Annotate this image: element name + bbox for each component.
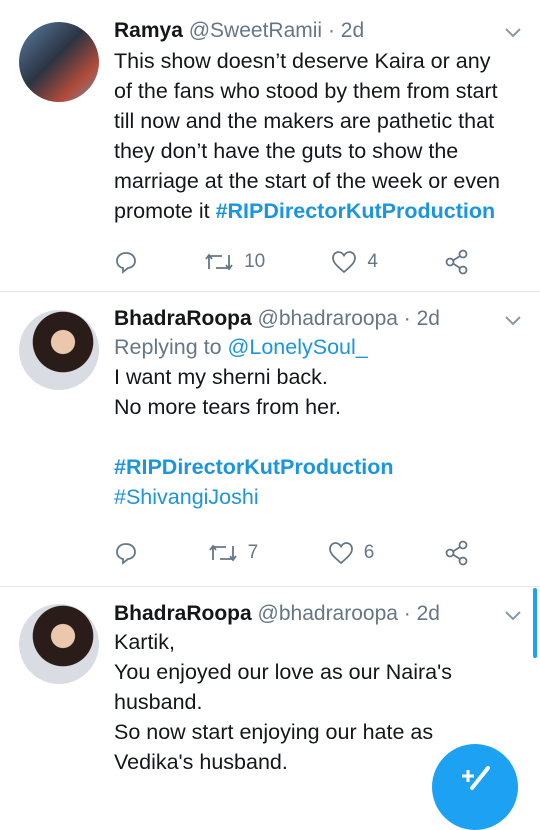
user-handle[interactable]: @bhadraroopa <box>258 307 398 330</box>
display-name[interactable]: BhadraRoopa <box>114 307 252 330</box>
tweet-header: BhadraRoopa @bhadraroopa · 2d <box>114 600 512 627</box>
replying-to: Replying to @LonelySoul_ <box>114 332 512 362</box>
tweet-actions: 10 4 <box>114 247 470 277</box>
retweet-count: 7 <box>247 542 259 563</box>
retweet-button[interactable]: 10 <box>204 251 265 273</box>
tweet-text: I want my sherni back. No more tears fro… <box>114 362 512 512</box>
like-button[interactable]: 6 <box>328 541 375 565</box>
share-icon <box>445 540 468 566</box>
user-handle[interactable]: @bhadraroopa <box>258 602 398 625</box>
like-count: 4 <box>367 251 378 272</box>
retweet-count: 10 <box>244 251 266 272</box>
timestamp: · 2d <box>327 19 365 42</box>
tweet-line: You enjoyed our love as our Naira's husb… <box>114 660 452 714</box>
heart-icon <box>328 542 353 565</box>
tweet-line: Kartik, <box>114 630 175 654</box>
avatar[interactable] <box>19 310 99 390</box>
avatar[interactable] <box>19 22 99 102</box>
timestamp: · 2d <box>403 307 440 330</box>
hashtag-link[interactable]: #RIPDirectorKutProduction <box>216 199 496 223</box>
retweet-icon <box>205 253 233 271</box>
like-button[interactable]: 4 <box>331 250 378 274</box>
tweet-header: Ramya @SweetRamii · 2d <box>114 17 512 44</box>
heart-icon <box>332 251 357 274</box>
replying-label: Replying to <box>114 335 228 359</box>
tweet-line: I want my sherni back. <box>114 365 328 389</box>
tweet-header: BhadraRoopa @bhadraroopa · 2d <box>114 305 512 332</box>
tweet-actions: 7 6 <box>114 538 470 568</box>
share-icon <box>445 249 468 275</box>
display-name[interactable]: Ramya <box>114 19 183 42</box>
like-count: 6 <box>363 542 375 563</box>
share-button[interactable] <box>444 540 470 566</box>
scrollbar[interactable] <box>533 588 537 658</box>
share-button[interactable] <box>444 249 470 275</box>
retweet-icon <box>208 544 237 562</box>
tweet-line: No more tears from her. <box>114 395 342 419</box>
tweet[interactable]: BhadraRoopa @bhadraroopa · 2d Replying t… <box>0 292 540 587</box>
reply-icon <box>116 252 136 274</box>
retweet-button[interactable]: 7 <box>208 542 259 564</box>
reply-button[interactable] <box>114 541 138 565</box>
timestamp: · 2d <box>403 602 440 625</box>
tweet[interactable]: Ramya @SweetRamii · 2d This show doesn’t… <box>0 0 540 292</box>
mention-link[interactable]: @LonelySoul_ <box>228 335 368 359</box>
reply-button[interactable] <box>114 250 138 274</box>
tweet-text: This show doesn’t deserve Kaira or any o… <box>114 46 512 226</box>
tweet-body-text: This show doesn’t deserve Kaira or any o… <box>114 49 501 223</box>
avatar[interactable] <box>19 604 99 684</box>
hashtag-link[interactable]: #RIPDirectorKutProduction <box>114 452 512 482</box>
reply-icon <box>116 543 136 565</box>
compose-icon <box>458 762 492 800</box>
compose-button[interactable] <box>432 744 518 830</box>
display-name[interactable]: BhadraRoopa <box>114 602 252 625</box>
user-handle[interactable]: @SweetRamii <box>189 19 322 42</box>
hashtag-link[interactable]: #ShivangiJoshi <box>114 482 512 512</box>
